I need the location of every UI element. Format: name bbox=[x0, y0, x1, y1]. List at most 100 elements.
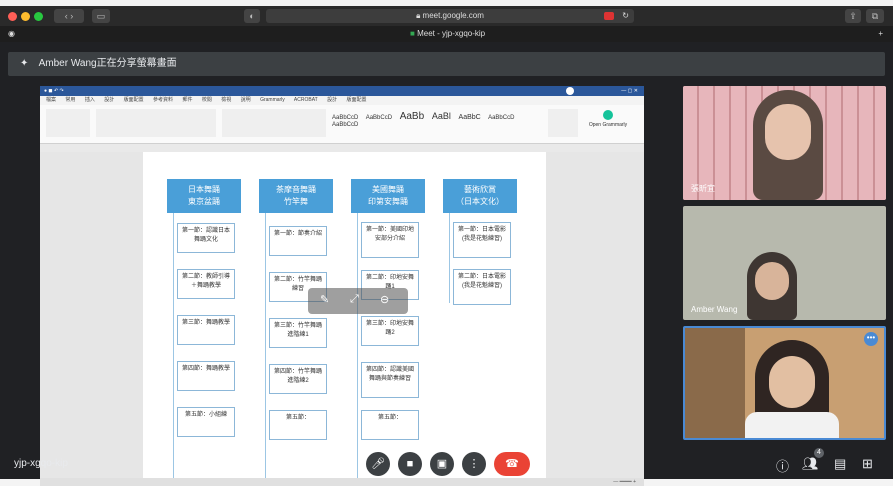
editing-group[interactable] bbox=[548, 109, 578, 137]
column-header: 美國舞踊 印第安舞踊 bbox=[351, 179, 425, 213]
back-forward-buttons[interactable]: ‹ › bbox=[54, 9, 84, 23]
ribbon-tab[interactable]: 常用 bbox=[65, 97, 75, 103]
window-controls[interactable]: — ▢ ✕ bbox=[621, 86, 638, 96]
browser-toolbar: ‹ › ▭ ◐ 🔒︎ meet.google.com ↻ ⇪ ⧉ bbox=[0, 6, 893, 26]
grammarly-icon bbox=[603, 110, 613, 120]
style-sample[interactable]: AaBl bbox=[432, 111, 451, 121]
lesson-box: 第四節：認識美國舞踊與節奏練習 bbox=[361, 362, 419, 398]
grammarly-button[interactable]: Open Grammarly bbox=[588, 109, 628, 137]
browser-tab[interactable]: ■ Meet - yjp-xgqo-kip bbox=[410, 26, 485, 42]
lesson-box: 第二節：日本電影(我是花魁練習) bbox=[453, 269, 511, 305]
recording-indicator-icon bbox=[604, 12, 614, 20]
leave-call-button[interactable]: ☎︎ bbox=[494, 452, 530, 476]
meet-window: ✦ Amber Wang正在分享螢幕畫面 ● ◼ ↶ ↷ — ▢ ✕ 檔案 常用… bbox=[0, 42, 893, 486]
clipboard-group[interactable] bbox=[46, 109, 90, 137]
privacy-icon[interactable]: ◐ bbox=[244, 9, 260, 23]
meet-favicon-icon: ■ bbox=[410, 29, 415, 38]
lesson-box: 第二節：教師引導＋舞踊教學 bbox=[177, 269, 235, 299]
pin-icon[interactable]: ✎ bbox=[320, 293, 329, 306]
url-text: meet.google.com bbox=[422, 11, 484, 20]
participant-count-badge: 4 bbox=[814, 448, 824, 458]
column-header: 茶摩音舞踊 竹竿舞 bbox=[259, 179, 333, 213]
meet-app-icon: ◉ bbox=[8, 29, 15, 38]
sidebar-icon[interactable]: ▭ bbox=[92, 9, 110, 23]
tab-bar: ◉ ■ Meet - yjp-xgqo-kip + bbox=[0, 26, 893, 42]
styles-gallery[interactable]: AaBbCcD AaBbCcD AaBb AaBl AaBbC AaBbCcD … bbox=[332, 111, 540, 135]
zoom-icon[interactable]: ⤢ bbox=[350, 293, 359, 306]
lesson-box: 第一節：節奏介紹 bbox=[269, 226, 327, 256]
people-icon[interactable]: 👥︎ bbox=[802, 456, 819, 472]
participant-shirt bbox=[745, 412, 839, 438]
participant-face bbox=[765, 104, 811, 160]
user-avatar[interactable] bbox=[566, 87, 574, 95]
style-sample[interactable]: AaBbC bbox=[459, 114, 481, 121]
minimize-window-button[interactable] bbox=[21, 12, 30, 21]
lesson-box: 第五節： bbox=[269, 410, 327, 440]
paragraph-group[interactable] bbox=[222, 109, 326, 137]
ribbon-tab[interactable]: 設計 bbox=[327, 97, 337, 103]
zoom-slider[interactable]: — ━━━━ + bbox=[613, 478, 636, 486]
lesson-box: 第三節：印地安舞踊2 bbox=[361, 316, 419, 346]
autosave-toggle[interactable]: ● ◼ ↶ ↷ bbox=[44, 88, 64, 94]
address-bar[interactable]: 🔒︎ meet.google.com ↻ bbox=[266, 9, 634, 23]
present-button[interactable]: ▣ bbox=[430, 452, 454, 476]
participant-name: 張昕宜 bbox=[691, 184, 715, 193]
meeting-code: yjp-xgqo-kip bbox=[14, 458, 68, 469]
meet-control-bar: yjp-xgqo-kip 🎤︎ ■ ▣ ⋮ ☎︎ ⓘ 👥︎ 4 ▤ ⊞ bbox=[0, 444, 893, 479]
ribbon-tab[interactable]: 說明 bbox=[241, 97, 251, 103]
ribbon-tab[interactable]: Grammarly bbox=[260, 97, 285, 103]
participant-tile[interactable]: Amber Wang bbox=[683, 206, 886, 320]
ribbon-tab[interactable]: 設計 bbox=[104, 97, 114, 103]
word-status-bar: — ━━━━ + bbox=[40, 478, 644, 486]
microphone-button[interactable]: 🎤︎ bbox=[366, 452, 390, 476]
presenter-hover-controls: ✎ ⤢ ⊖ bbox=[308, 288, 408, 314]
present-screen-icon: ▣ bbox=[436, 458, 448, 470]
share-icon[interactable]: ⇪ bbox=[845, 9, 861, 23]
ribbon-tab[interactable]: 版面配置 bbox=[124, 97, 144, 103]
lesson-box: 第五節：小組練 bbox=[177, 407, 235, 437]
microphone-icon: 🎤︎ bbox=[371, 458, 385, 470]
style-sample[interactable]: AaBb bbox=[400, 111, 424, 122]
style-sample[interactable]: AaBbCcD bbox=[488, 115, 514, 121]
participant-face bbox=[769, 356, 815, 408]
participant-face bbox=[755, 262, 789, 300]
more-options-button[interactable]: ⋮ bbox=[462, 452, 486, 476]
ribbon-tab[interactable]: 檔案 bbox=[46, 97, 56, 103]
ribbon-tab[interactable]: 校閱 bbox=[202, 97, 212, 103]
activities-icon[interactable]: ⊞ bbox=[862, 456, 873, 472]
style-sample[interactable]: AaBbCcD bbox=[332, 115, 358, 121]
lesson-box: 第一節：認識日本舞踊文化 bbox=[177, 223, 235, 253]
document-page: 日本舞踊 東京盆踊 第一節：認識日本舞踊文化 第二節：教師引導＋舞踊教學 第三節：… bbox=[143, 152, 546, 486]
meeting-info-icon[interactable]: ⓘ bbox=[776, 456, 789, 475]
participant-tile-self[interactable]: ••• bbox=[683, 326, 886, 440]
connector-line bbox=[449, 213, 450, 303]
camera-button[interactable]: ■ bbox=[398, 452, 422, 476]
remove-icon[interactable]: ⊖ bbox=[380, 293, 389, 306]
style-sample[interactable]: AaBbCcD bbox=[332, 122, 358, 128]
close-window-button[interactable] bbox=[8, 12, 17, 21]
participant-tile[interactable]: 張昕宜 bbox=[683, 86, 886, 200]
lesson-box: 第三節：竹竿舞踊進階練1 bbox=[269, 318, 327, 348]
lesson-box: 第三節：舞踊教學 bbox=[177, 315, 235, 345]
word-title-bar: ● ◼ ↶ ↷ — ▢ ✕ bbox=[40, 86, 644, 96]
ribbon-tab[interactable]: 插入 bbox=[85, 97, 95, 103]
tabs-overview-icon[interactable]: ⧉ bbox=[866, 9, 884, 23]
ribbon-tab[interactable]: 郵件 bbox=[182, 97, 192, 103]
add-tab-icon[interactable]: + bbox=[878, 26, 883, 42]
ribbon-tab[interactable]: 版面配置 bbox=[347, 97, 367, 103]
word-ribbon: AaBbCcD AaBbCcD AaBb AaBl AaBbC AaBbCcD … bbox=[40, 105, 644, 144]
ribbon-tab[interactable]: ACROBAT bbox=[294, 97, 318, 103]
ribbon-tab[interactable]: 檢視 bbox=[221, 97, 231, 103]
presenting-text: Amber Wang正在分享螢幕畫面 bbox=[38, 58, 177, 69]
camera-icon: ■ bbox=[406, 458, 414, 470]
more-vert-icon: ⋮ bbox=[468, 458, 480, 470]
maximize-window-button[interactable] bbox=[34, 12, 43, 21]
style-sample[interactable]: AaBbCcD bbox=[366, 115, 392, 121]
present-icon: ✦ bbox=[20, 58, 29, 69]
chat-icon[interactable]: ▤ bbox=[834, 456, 846, 472]
more-options-icon[interactable]: ••• bbox=[864, 332, 878, 346]
ribbon-tab[interactable]: 參考資料 bbox=[153, 97, 173, 103]
font-group[interactable] bbox=[96, 109, 216, 137]
reload-icon[interactable]: ↻ bbox=[622, 9, 629, 23]
word-ribbon-tabs: 檔案 常用 插入 設計 版面配置 參考資料 郵件 校閱 檢視 說明 Gramma… bbox=[40, 96, 644, 105]
